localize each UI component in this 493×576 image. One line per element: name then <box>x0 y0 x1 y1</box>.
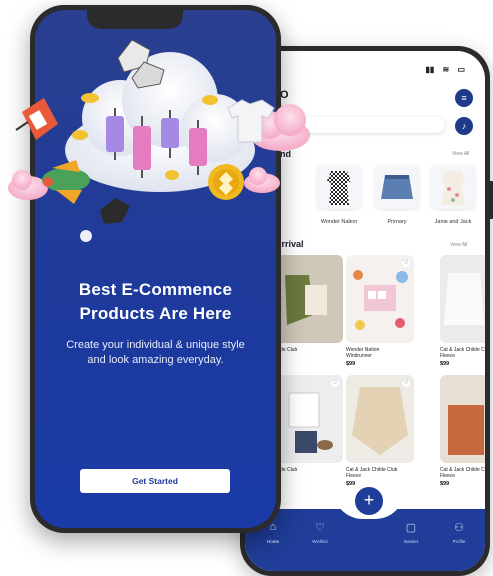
heart-icon[interactable]: ♡ <box>402 379 410 387</box>
greeting: O <box>280 89 289 101</box>
arrivals-view-all[interactable]: View All <box>450 242 467 248</box>
floral-dress-icon <box>441 171 465 205</box>
tab-profile[interactable]: ⚇ Profile <box>439 521 479 544</box>
product-card-1[interactable]: ♡ <box>346 255 414 343</box>
hero-subtitle: Create your individual & unique style an… <box>66 339 245 366</box>
tab-basket[interactable]: ▢ Basket <box>391 521 431 544</box>
phone-notch <box>87 10 183 29</box>
onboarding-screen: Best E-Commence Products Are Here Create… <box>35 10 276 528</box>
product-card-5[interactable] <box>440 375 485 463</box>
back-phone-screen: ▮▮ ≋ ▭ O name. ≡ ♪ and View All ock Wond… <box>245 51 485 571</box>
product-card-0[interactable] <box>275 255 343 343</box>
brand-card-1[interactable] <box>317 165 361 209</box>
add-button[interactable]: + <box>353 485 385 517</box>
brand-label-1: Wonder Nation <box>320 219 358 225</box>
product-price-4: $99 <box>346 481 356 487</box>
product-price-2: $99 <box>440 361 450 367</box>
product-name-5: Cat & Jack Childe Cl Fleece <box>440 467 485 479</box>
product-card-3[interactable]: ♡ <box>275 375 343 463</box>
product-price-1: $99 <box>346 361 356 367</box>
battery-icon: ▭ <box>457 65 465 74</box>
search-bar[interactable] <box>255 117 445 133</box>
product-image <box>448 405 484 455</box>
product-name-2: Cat & Jack Childe Cl Fleece <box>440 347 485 359</box>
heart-icon[interactable]: ♡ <box>331 379 339 387</box>
gingham-dress-icon <box>327 171 351 205</box>
menu-icon[interactable]: ≡ <box>455 89 473 107</box>
product-name-4: Cat & Jack Childe Club Fleece <box>346 467 398 479</box>
product-image <box>285 275 327 325</box>
front-phone: Best E-Commence Products Are Here Create… <box>30 5 281 533</box>
hero-title: Best E-Commence Products Are Here <box>78 280 233 323</box>
denim-skirt-icon <box>381 175 413 199</box>
bottom-tab-bar: + ⌂ Home ♡ Wishlist ▢ Basket ⚇ Profile <box>245 485 485 571</box>
brand-card-2[interactable] <box>375 165 419 209</box>
heart-icon[interactable]: ♡ <box>402 259 410 267</box>
greeting-subtitle: name. <box>280 105 297 111</box>
product-price-5: $99 <box>440 481 450 487</box>
product-image <box>352 387 408 455</box>
product-name-1: Wonder Nation Windrunner <box>346 347 380 359</box>
brand-label-2: Primary <box>387 219 407 225</box>
product-image <box>444 273 484 325</box>
brand-card-3[interactable] <box>431 165 475 209</box>
status-bar: ▮▮ ≋ ▭ <box>419 65 465 74</box>
product-card-2[interactable] <box>440 255 485 343</box>
get-started-button[interactable]: Get Started <box>80 469 230 493</box>
wifi-icon: ≋ <box>442 65 450 74</box>
product-card-4[interactable]: ♡ <box>346 375 414 463</box>
product-image <box>353 270 408 330</box>
basket-icon: ▢ <box>405 522 417 534</box>
bell-icon[interactable]: ♪ <box>455 117 473 135</box>
heart-icon: ♡ <box>315 522 325 534</box>
product-image <box>288 392 333 453</box>
tab-wishlist[interactable]: ♡ Wishlist <box>300 521 340 544</box>
signal-icon: ▮▮ <box>425 65 435 74</box>
brands-view-all[interactable]: View All <box>452 151 469 157</box>
brand-label-3: Janie and Jack <box>434 219 472 225</box>
profile-icon: ⚇ <box>454 522 464 534</box>
